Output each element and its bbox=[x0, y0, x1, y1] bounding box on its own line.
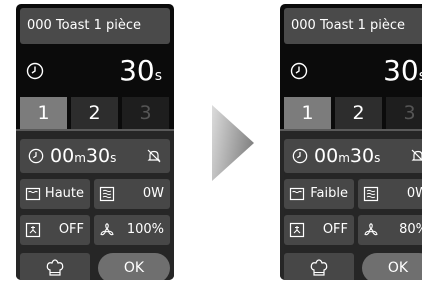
steam-setting[interactable]: OFF bbox=[284, 215, 354, 245]
step-settings-panel: 00m30s Haute 0W OFF 100% OK bbox=[16, 129, 174, 280]
microwave-setting[interactable]: 0W bbox=[94, 179, 170, 209]
chef-hat-icon bbox=[310, 259, 328, 276]
step-tab-1[interactable]: 1 bbox=[20, 97, 67, 129]
duration-minutes: 00 bbox=[314, 145, 339, 167]
grill-icon bbox=[25, 187, 41, 201]
timer-readout: 30s bbox=[119, 52, 162, 95]
fan-icon bbox=[100, 223, 114, 236]
clock-icon bbox=[290, 62, 308, 80]
bell-off-icon[interactable] bbox=[146, 148, 162, 164]
clock-icon bbox=[28, 148, 44, 164]
step-tab-3: 3 bbox=[122, 97, 169, 129]
grill-level: Haute bbox=[44, 186, 84, 201]
total-timer: 30s bbox=[16, 52, 174, 88]
grill-level: Faible bbox=[310, 186, 348, 201]
timer-unit: s bbox=[154, 68, 162, 84]
seconds-unit: s bbox=[374, 151, 381, 165]
step-duration-field[interactable]: 00m30s bbox=[284, 139, 422, 173]
step-tab-2[interactable]: 2 bbox=[71, 97, 118, 129]
fan-speed: 80% bbox=[399, 222, 422, 237]
steam-icon bbox=[25, 222, 41, 238]
step-tab-1[interactable]: 1 bbox=[284, 97, 331, 129]
step-duration-field[interactable]: 00m30s bbox=[20, 139, 170, 173]
microwave-power: 0W bbox=[406, 186, 422, 201]
grill-setting[interactable]: Faible bbox=[284, 179, 354, 209]
next-arrow-icon bbox=[212, 105, 254, 181]
timer-value: 30 bbox=[119, 54, 155, 87]
steam-level: OFF bbox=[58, 222, 84, 237]
program-title[interactable]: 000 Toast 1 pièce bbox=[20, 8, 170, 44]
steam-icon bbox=[289, 222, 305, 238]
chef-hat-icon bbox=[46, 259, 64, 276]
total-timer: 30s bbox=[280, 52, 422, 88]
fan-speed: 100% bbox=[126, 222, 164, 237]
steam-level: OFF bbox=[322, 222, 348, 237]
microwave-icon bbox=[363, 186, 379, 202]
ok-button[interactable]: OK bbox=[362, 253, 422, 280]
clock-icon bbox=[292, 148, 308, 164]
chef-menu-button[interactable] bbox=[284, 253, 354, 280]
microwave-icon bbox=[99, 186, 115, 202]
minutes-unit: m bbox=[74, 151, 86, 165]
microwave-setting[interactable]: 0W bbox=[358, 179, 422, 209]
fan-setting[interactable]: 80% bbox=[358, 215, 422, 245]
clock-icon bbox=[26, 62, 44, 80]
timer-readout: 30s bbox=[383, 52, 422, 95]
bell-off-icon[interactable] bbox=[410, 148, 422, 164]
fan-setting[interactable]: 100% bbox=[94, 215, 170, 245]
step-tab-2[interactable]: 2 bbox=[335, 97, 382, 129]
grill-setting[interactable]: Haute bbox=[20, 179, 90, 209]
ok-button[interactable]: OK bbox=[98, 253, 170, 280]
duration-seconds: 30 bbox=[85, 145, 111, 167]
chef-menu-button[interactable] bbox=[20, 253, 90, 280]
oven-screen-before: 000 Toast 1 pièce 30s 1 2 3 00m30s Haute… bbox=[16, 4, 174, 280]
steam-setting[interactable]: OFF bbox=[20, 215, 90, 245]
seconds-unit: s bbox=[110, 151, 117, 165]
duration-value: 00m30s bbox=[50, 139, 116, 175]
duration-seconds: 30 bbox=[349, 145, 375, 167]
microwave-power: 0W bbox=[142, 186, 164, 201]
minutes-unit: m bbox=[338, 151, 350, 165]
grill-icon bbox=[289, 187, 305, 201]
fan-icon bbox=[364, 223, 378, 236]
program-title[interactable]: 000 Toast 1 pièce bbox=[284, 8, 422, 44]
duration-minutes: 00 bbox=[50, 145, 75, 167]
duration-value: 00m30s bbox=[314, 139, 380, 175]
oven-screen-after: 000 Toast 1 pièce 30s 1 2 3 00m30s bbox=[280, 4, 422, 280]
timer-value: 30 bbox=[383, 54, 419, 87]
step-tab-3: 3 bbox=[386, 97, 422, 129]
step-settings-panel: 00m30s Faible 0W OFF 80 OK bbox=[280, 129, 422, 280]
